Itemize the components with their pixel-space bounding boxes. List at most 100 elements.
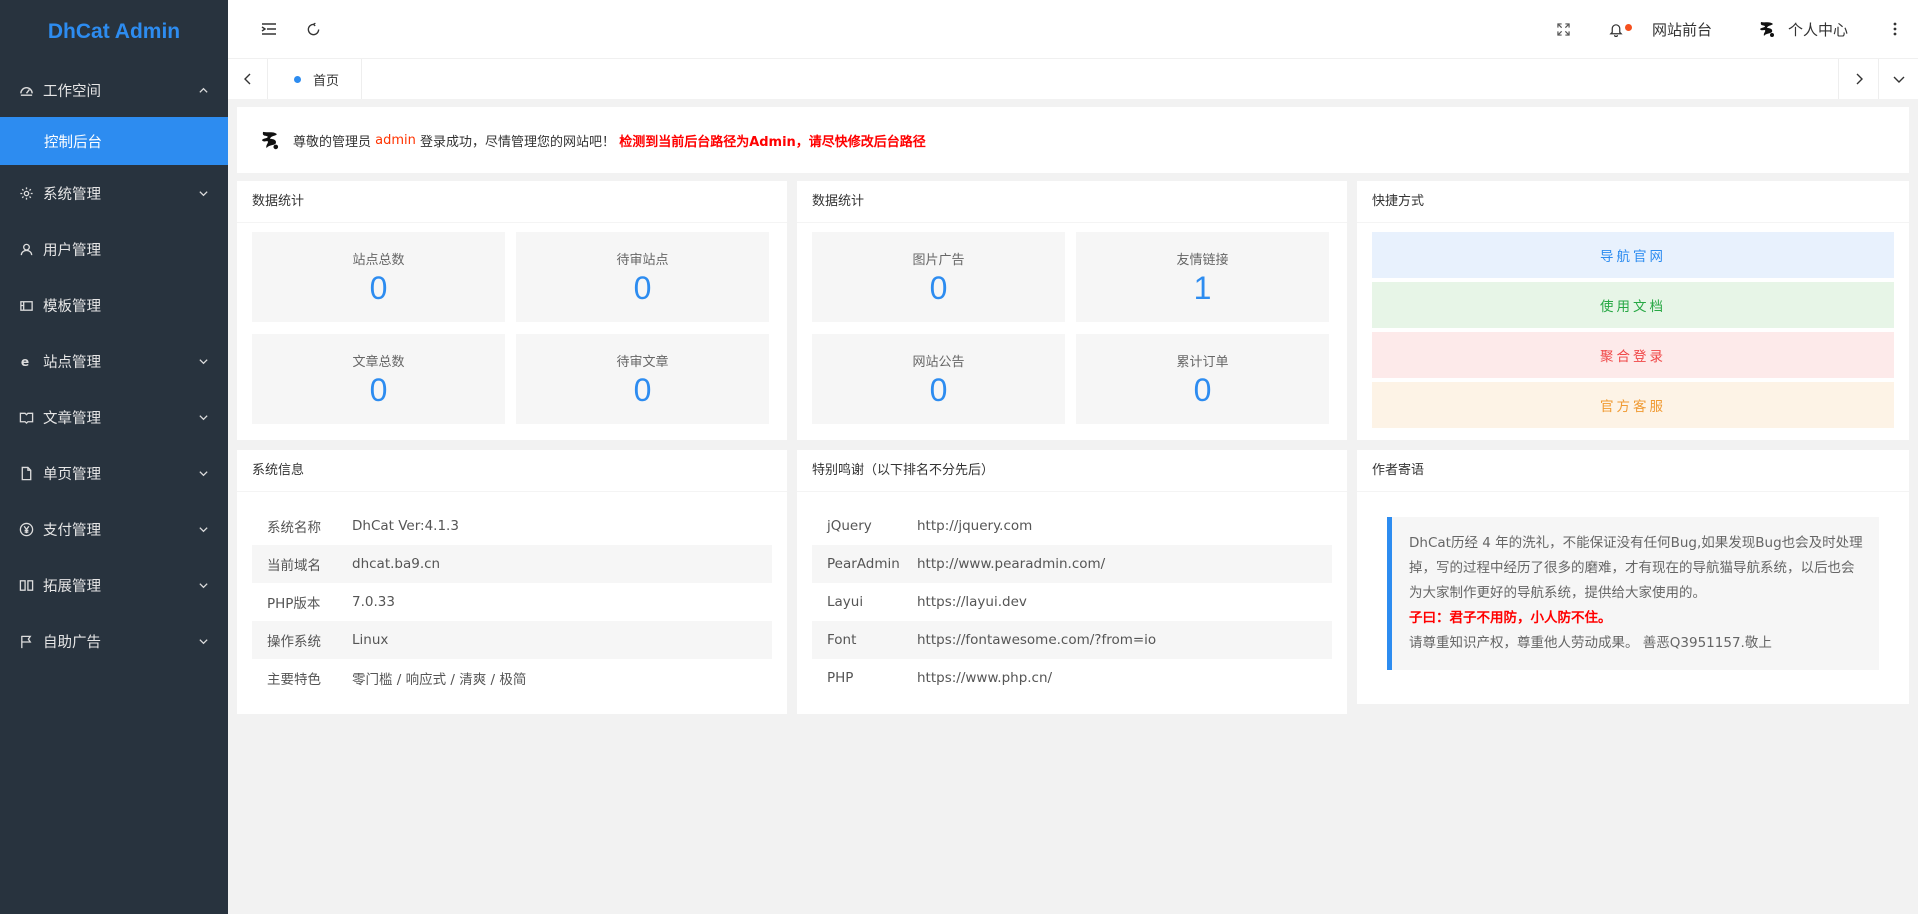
sidebar-item-ads[interactable]: 自助广告: [0, 613, 228, 669]
stat-label: 友情链接: [1176, 253, 1229, 268]
author-quote: DhCat历经 4 年的洗礼，不能保证没有任何Bug,如果发现Bug也会及时处理…: [1387, 517, 1879, 670]
sidebar-item-label: 站点管理: [43, 354, 101, 371]
fullscreen-icon[interactable]: [1540, 0, 1588, 58]
chevron-down-icon: [196, 354, 210, 368]
sidebar-item-templates[interactable]: 模板管理: [0, 277, 228, 333]
stat-value: 0: [1193, 372, 1212, 408]
table-row: 主要特色 零门槛 / 响应式 / 清爽 / 极简: [252, 659, 772, 697]
sidebar-item-pages[interactable]: 单页管理: [0, 445, 228, 501]
stat-grid: 站点总数 0 待审站点 0 文章总数 0 待审文章 0: [237, 223, 787, 437]
refresh-icon[interactable]: [292, 0, 334, 58]
header-right: 网站前台 个人中心: [1540, 0, 1918, 58]
sidebar-item-label: 单页管理: [43, 466, 101, 483]
card-title: 数据统计: [797, 181, 1347, 223]
row-link[interactable]: https://layui.dev: [917, 594, 1332, 610]
stat-value: 0: [369, 270, 388, 306]
user-icon: [18, 241, 34, 257]
row-link[interactable]: http://www.pearadmin.com/: [917, 556, 1332, 572]
quick-links-card: 快捷方式 导航官网 使用文档 聚合登录 官方客服: [1357, 181, 1909, 440]
sidebar-item-label: 拓展管理: [43, 578, 101, 595]
stats-row: 数据统计 站点总数 0 待审站点 0 文章总数 0 待审文章 0 数据统计 图片广告 0 …: [237, 181, 1909, 440]
row-value: 7.0.33: [352, 594, 395, 610]
stat-tile[interactable]: 站点总数 0: [252, 232, 505, 322]
chevron-up-icon: [196, 83, 210, 97]
row-link[interactable]: https://fontawesome.com/?from=io: [917, 632, 1332, 648]
sidebar-item-label: 工作空间: [43, 83, 101, 100]
chevron-down-icon: [196, 522, 210, 536]
sidebar-item-label: 系统管理: [43, 186, 101, 203]
table-row: Layui https://layui.dev: [812, 583, 1332, 621]
sidebar-item-workspace[interactable]: 工作空间: [0, 63, 228, 117]
user-menu[interactable]: 个人中心: [1724, 0, 1864, 58]
tab-dropdown-icon[interactable]: [1878, 59, 1918, 99]
stat-tile[interactable]: 待审站点 0: [516, 232, 769, 322]
collapse-menu-icon[interactable]: [248, 0, 290, 58]
stat-tile[interactable]: 文章总数 0: [252, 334, 505, 424]
stat-tile[interactable]: 友情链接 1: [1076, 232, 1329, 322]
card-title: 数据统计: [237, 181, 787, 223]
row-key: PearAdmin: [827, 556, 900, 572]
stat-value: 0: [929, 372, 948, 408]
table-row: 系统名称 DhCat Ver:4.1.3: [252, 507, 772, 545]
stat-label: 累计订单: [1176, 355, 1229, 370]
stat-label: 网站公告: [912, 355, 965, 370]
author-highlight: 子曰：君子不用防，小人防不住。: [1409, 610, 1612, 626]
row-value: Linux: [352, 632, 389, 648]
row-key: 主要特色: [267, 672, 321, 688]
table-row: jQuery http://jquery.com: [812, 507, 1332, 545]
quick-button-support[interactable]: 官方客服: [1372, 382, 1894, 428]
table-row: PHP https://www.php.cn/: [812, 659, 1332, 697]
quick-button-docs[interactable]: 使用文档: [1372, 282, 1894, 328]
stat-value: 0: [929, 270, 948, 306]
notice-username: admin: [375, 132, 416, 148]
table-row: PearAdmin http://www.pearadmin.com/: [812, 545, 1332, 583]
book-icon: [18, 409, 34, 425]
card-title: 特别鸣谢（以下排名不分先后）: [797, 450, 1347, 492]
row-key: Layui: [827, 594, 864, 610]
sidebar: DhCat Admin 工作空间 控制后台 系统管理 用户管理 模板管理 e 站…: [0, 0, 228, 914]
notification-dot: [1624, 24, 1632, 31]
file-icon: [18, 465, 34, 481]
row-key: PHP版本: [267, 596, 321, 612]
author-text: DhCat历经 4 年的洗礼，不能保证没有任何Bug,如果发现Bug也会及时处理…: [1409, 535, 1863, 601]
tab-scroll-left-icon[interactable]: [228, 59, 268, 99]
stat-value: 1: [1193, 270, 1212, 306]
sidebar-item-sites[interactable]: e 站点管理: [0, 333, 228, 389]
row-link[interactable]: http://jquery.com: [917, 518, 1332, 534]
notification-bell-icon[interactable]: [1592, 0, 1640, 58]
app-logo[interactable]: DhCat Admin: [0, 0, 228, 63]
chevron-down-icon: [196, 410, 210, 424]
row-value: dhcat.ba9.cn: [352, 556, 441, 572]
stat-tile[interactable]: 网站公告 0: [812, 334, 1065, 424]
frontend-link[interactable]: 网站前台: [1640, 0, 1724, 58]
sidebar-item-extensions[interactable]: 拓展管理: [0, 557, 228, 613]
tab-scroll-right-icon[interactable]: [1838, 59, 1878, 99]
sidebar-item-payment[interactable]: 支付管理: [0, 501, 228, 557]
sidebar-subitem-console[interactable]: 控制后台: [0, 117, 228, 165]
row-key: 当前域名: [267, 558, 321, 574]
thanks-card: 特别鸣谢（以下排名不分先后） jQuery http://jquery.com P…: [797, 450, 1347, 714]
author-message: DhCat历经 4 年的洗礼，不能保证没有任何Bug,如果发现Bug也会及时处理…: [1357, 492, 1909, 700]
more-vertical-icon[interactable]: [1872, 0, 1918, 58]
tab-home[interactable]: 首页: [272, 59, 363, 99]
author-signature: 请尊重知识产权，尊重他人劳动成果。 善恶Q3951157.敬上: [1409, 635, 1772, 651]
svg-text:e: e: [20, 355, 28, 369]
stat-grid: 图片广告 0 友情链接 1 网站公告 0 累计订单 0: [797, 223, 1347, 437]
quick-button-oauth-login[interactable]: 聚合登录: [1372, 332, 1894, 378]
row-key: PHP: [827, 670, 854, 686]
quick-button-official-site[interactable]: 导航官网: [1372, 232, 1894, 278]
author-card: 作者寄语 DhCat历经 4 年的洗礼，不能保证没有任何Bug,如果发现Bug也…: [1357, 450, 1909, 704]
stat-label: 图片广告: [912, 253, 965, 268]
stat-tile[interactable]: 累计订单 0: [1076, 334, 1329, 424]
sidebar-item-articles[interactable]: 文章管理: [0, 389, 228, 445]
sidebar-item-system[interactable]: 系统管理: [0, 165, 228, 221]
sidebar-item-label: 模板管理: [43, 298, 101, 315]
stat-tile[interactable]: 待审文章 0: [516, 334, 769, 424]
stat-label: 站点总数: [352, 253, 405, 268]
sidebar-menu: 工作空间 控制后台 系统管理 用户管理 模板管理 e 站点管理 文章管理 单页管…: [0, 63, 228, 669]
sidebar-item-users[interactable]: 用户管理: [0, 221, 228, 277]
row-link[interactable]: https://www.php.cn/: [917, 670, 1332, 686]
stat-tile[interactable]: 图片广告 0: [812, 232, 1065, 322]
tab-controls: [1838, 59, 1918, 99]
top-header: 网站前台 个人中心: [228, 0, 1918, 58]
